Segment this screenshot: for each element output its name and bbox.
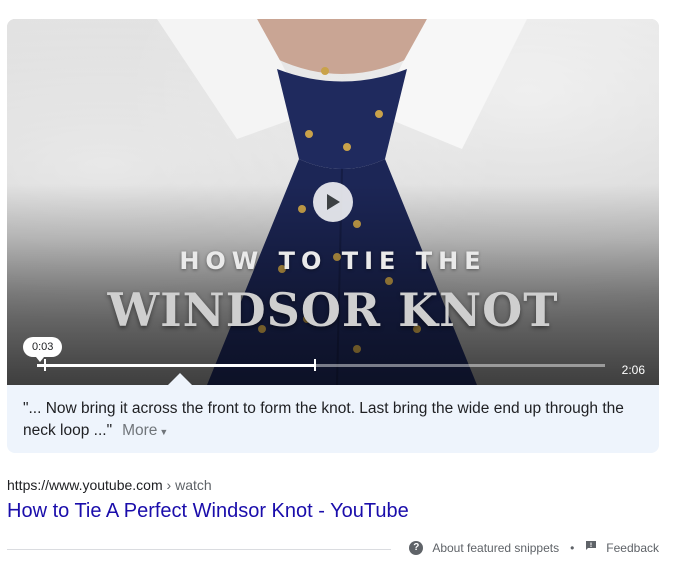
result-url[interactable]: https://www.youtube.com › watch [7,477,212,493]
feedback-icon [585,540,597,555]
snippet-text-block: "... Now bring it across the front to fo… [23,398,643,443]
chevron-down-icon: ▼ [159,427,169,437]
video-duration: 2:06 [621,363,645,377]
progress-track[interactable] [37,364,605,367]
video-title-line-2: WINDSOR KNOT [107,283,559,337]
play-button[interactable] [313,182,353,222]
footer-separator: • [570,540,575,555]
snippet-start-marker[interactable] [44,359,47,371]
video-title-line-1: HOW TO TIE THE [179,247,487,275]
about-featured-snippets-link[interactable]: About featured snippets [432,541,559,555]
snippet-pointer [168,373,192,385]
more-button[interactable]: More ▼ [122,422,168,439]
more-label: More [122,422,158,439]
feedback-link[interactable]: Feedback [606,541,659,555]
snippet-box: "... Now bring it across the front to fo… [7,373,659,453]
current-time-badge: 0:03 [23,337,63,362]
footer-divider [7,549,391,550]
url-domain: https://www.youtube.com [7,477,163,493]
result-title-link[interactable]: How to Tie A Perfect Windsor Knot - YouT… [7,500,409,523]
footer-bar: ? About featured snippets • Feedback [409,540,659,555]
progress-handle[interactable] [314,359,317,371]
video-player[interactable]: HOW TO TIE THE WINDSOR KNOT 0:03 2:06 [7,19,659,385]
snippet-text: "... Now bring it across the front to fo… [23,400,624,439]
progress-fill [37,364,316,367]
play-icon [327,194,340,210]
url-path: › watch [162,477,212,493]
help-circle-icon: ? [409,540,424,555]
